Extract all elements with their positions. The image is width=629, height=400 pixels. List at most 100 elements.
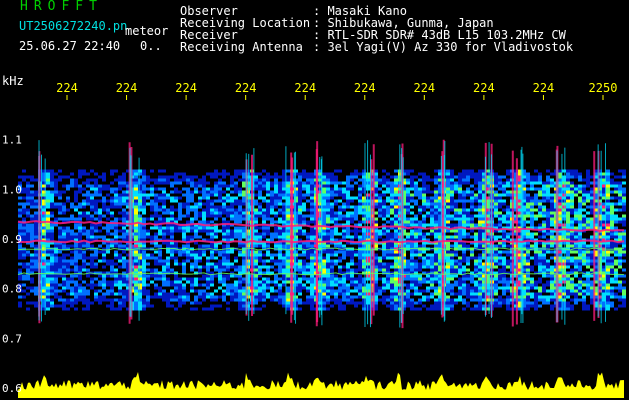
heatmap-cell [262,262,266,266]
heatmap-cell [454,292,458,296]
heatmap-cell [498,256,502,260]
heatmap-cell [262,295,266,299]
heatmap-cell [166,262,170,266]
heatmap-cell [154,226,158,230]
heatmap-cell [342,256,346,260]
heatmap-cell [146,277,150,281]
heatmap-cell [454,253,458,257]
heatmap-cell [422,265,426,269]
heatmap-cell [146,292,150,296]
heatmap-cell [158,196,162,200]
heatmap-cell [258,193,262,197]
heatmap-cell [422,184,426,188]
heatmap-cell [286,304,290,308]
heatmap-cell [122,211,126,215]
heatmap-cell [106,184,110,188]
heatmap-cell [278,175,282,179]
heatmap-cell [414,187,418,191]
heatmap-cell [338,190,342,194]
heatmap-cell [494,175,498,179]
heatmap-cell [542,184,546,188]
heatmap-cell [502,289,506,293]
heatmap-cell [150,280,154,284]
heatmap-cell [546,187,550,191]
heatmap-cell [394,199,398,203]
heatmap-cell [306,178,310,182]
heatmap-cell [390,253,394,257]
heatmap-cell [382,214,386,218]
heatmap-cell [414,268,418,272]
heatmap-cell [190,193,194,197]
heatmap-cell [194,259,198,263]
heatmap-cell [78,295,82,299]
heatmap-cell [158,250,162,254]
heatmap-cell [282,178,286,182]
heatmap-cell [170,205,174,209]
heatmap-cell [254,229,258,233]
heatmap-cell [142,217,146,221]
heatmap-cell [82,187,86,191]
heatmap-cell [406,298,410,302]
heatmap-cell [154,220,158,224]
heatmap-cell [330,193,334,197]
heatmap-cell [326,190,330,194]
heatmap-cell [74,199,78,203]
heatmap-cell [22,232,26,236]
heatmap-cell [262,196,266,200]
heatmap-cell [186,229,190,233]
heatmap-cell [454,232,458,236]
heatmap-cell [190,289,194,293]
heatmap-cell [390,265,394,269]
heatmap-cell [434,214,438,218]
heatmap-cell [354,172,358,176]
heatmap-cell [382,283,386,287]
heatmap-cell [558,181,562,185]
heatmap-cell [446,217,450,221]
heatmap-cell [558,250,562,254]
heatmap-cell [118,301,122,305]
heatmap-cell [414,244,418,248]
heatmap-cell [550,268,554,272]
heatmap-cell [550,274,554,278]
heatmap-cell [350,187,354,191]
heatmap-cell [190,184,194,188]
heatmap-cell [162,202,166,206]
heatmap-cell [178,211,182,215]
heatmap-cell [22,211,26,215]
heatmap-cell [118,187,122,191]
heatmap-cell [186,220,190,224]
heatmap-cell [502,265,506,269]
heatmap-cell [222,217,226,221]
heatmap-cell [142,298,146,302]
heatmap-cell [462,298,466,302]
heatmap-cell [426,307,430,311]
heatmap-cell [142,187,146,191]
heatmap-cell [86,235,90,239]
heatmap-cell [242,298,246,302]
heatmap-cell [346,193,350,197]
heatmap-cell [282,277,286,281]
heatmap-cell [22,256,26,260]
heatmap-cell [150,190,154,194]
heatmap-cell [270,202,274,206]
heatmap-cell [550,289,554,293]
heatmap-cell [310,190,314,194]
heatmap-cell [114,307,118,311]
heatmap-cell [326,268,330,272]
heatmap-cell [470,196,474,200]
heatmap-cell [154,181,158,185]
heatmap-cell [342,181,346,185]
heatmap-cell [94,229,98,233]
heatmap-cell [26,274,30,278]
heatmap-cell [306,232,310,236]
heatmap-cell [102,178,106,182]
heatmap-cell [298,193,302,197]
heatmap-cell [182,229,186,233]
heatmap-cell [58,235,62,239]
heatmap-cell [86,268,90,272]
heatmap-cell [226,238,230,242]
heatmap-cell [394,256,398,260]
heatmap-cell [162,274,166,278]
heatmap-cell [286,199,290,203]
heatmap-cell [266,184,270,188]
